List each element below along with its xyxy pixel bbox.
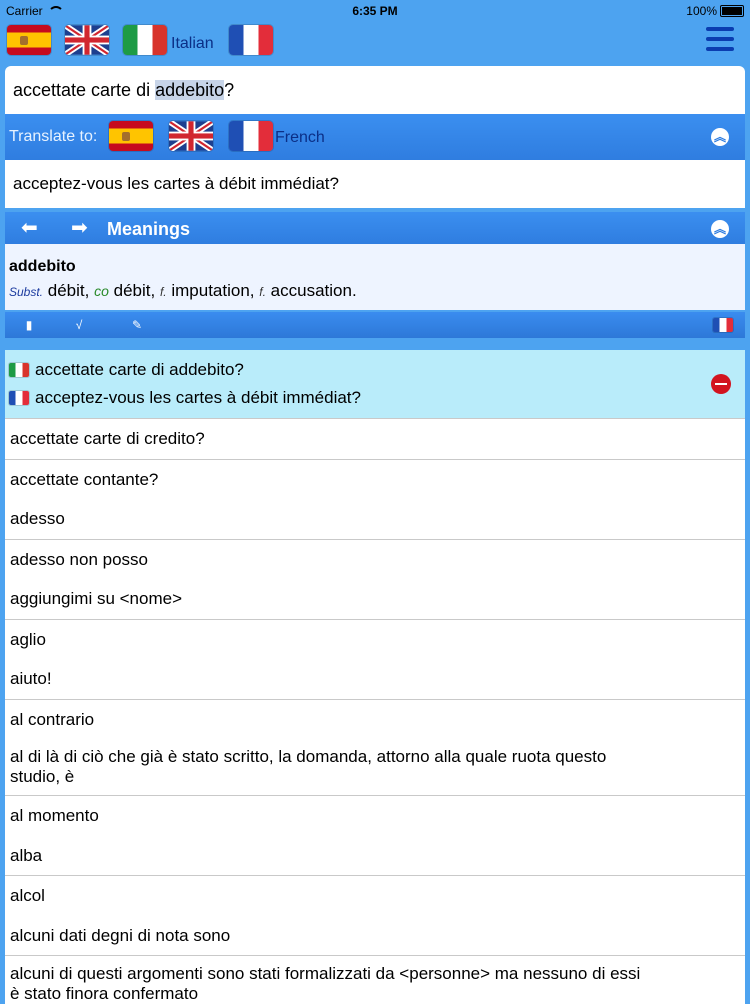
list-item-text: al di là di ciò che già è stato scritto,…: [10, 747, 607, 766]
source-text-input[interactable]: accettate carte di addebito?: [5, 66, 745, 114]
meanings-label: Meanings: [107, 219, 191, 239]
list-item[interactable]: al contrario: [5, 699, 745, 739]
list-item-text: al contrario: [10, 709, 95, 729]
part-of-speech: Subst.: [9, 285, 44, 299]
list-item[interactable]: al di là di ciò che già è stato scritto,…: [5, 739, 745, 796]
list-item-text: alba: [10, 845, 43, 865]
translate-to-label: Translate to:: [9, 128, 98, 145]
list-item-text: aglio: [10, 629, 46, 649]
source-text-prefix: accettate carte di: [13, 80, 156, 100]
list-item-text: alcuni di questi argomenti sono stati fo…: [10, 964, 641, 983]
menu-button[interactable]: [706, 27, 734, 51]
translation-output: acceptez-vous les cartes à débit immédia…: [5, 160, 745, 208]
list-item[interactable]: aglio: [5, 619, 745, 659]
translation-text: acceptez-vous les cartes à débit immédia…: [13, 174, 339, 193]
list-item-text-continued: è stato finora confermato: [10, 984, 199, 1003]
book-icon[interactable]: ▮: [21, 317, 37, 333]
spanish-flag-button[interactable]: [7, 25, 51, 55]
source-text: accettate carte di addebito?: [13, 80, 234, 101]
meaning-word: addebito: [9, 258, 76, 275]
meaning-definitions: Subst. débit, co débit, f. imputation, f…: [9, 281, 357, 301]
target-uk-flag-button[interactable]: [169, 121, 213, 151]
collapse-meanings-icon[interactable]: ︽: [711, 220, 729, 238]
translate-bar: Translate to: French ︽: [5, 114, 745, 160]
list-item[interactable]: accettate contante?: [5, 459, 745, 499]
definition: imputation,: [171, 281, 255, 300]
selected-target-line: acceptez-vous les cartes à débit immédia…: [9, 388, 361, 408]
list-item[interactable]: alcuni di questi argomenti sono stati fo…: [5, 956, 745, 1004]
french-flag-small-icon[interactable]: [713, 318, 733, 332]
gender-tag: f.: [159, 285, 167, 299]
remove-icon[interactable]: [711, 374, 731, 394]
uk-flag-button[interactable]: [65, 25, 109, 55]
list-item[interactable]: adesso: [5, 499, 745, 540]
meanings-bar: ⬅ ➡ Meanings ︽: [5, 212, 745, 244]
french-flag-icon: [9, 391, 29, 405]
definition: débit,: [47, 281, 90, 300]
selected-source-line: accettate carte di addebito?: [9, 360, 244, 380]
list-item[interactable]: alba: [5, 835, 745, 876]
list-item-text: accettate contante?: [10, 469, 159, 489]
phrase-list: accettate carte di addebito? acceptez-vo…: [5, 350, 745, 1004]
list-item[interactable]: adesso non posso: [5, 539, 745, 579]
list-item-text-continued: studio, è: [10, 767, 75, 786]
status-bar: Carrier 6:35 PM 100%: [0, 0, 750, 22]
list-item[interactable]: al momento: [5, 796, 745, 836]
list-item-text: aggiungimi su <nome>: [10, 589, 183, 608]
target-language-label[interactable]: French: [275, 129, 325, 147]
target-french-flag-button[interactable]: [229, 121, 273, 151]
battery-percent: 100%: [686, 4, 717, 18]
wiki-icon[interactable]: √: [71, 317, 87, 333]
context-tag: co: [94, 283, 109, 299]
forward-arrow-icon[interactable]: ➡: [71, 218, 88, 238]
meaning-panel: addebito Subst. débit, co débit, f. impu…: [5, 244, 745, 310]
menu-icon-line: [706, 27, 734, 31]
italian-flag-icon: [9, 363, 29, 377]
list-item-text: alcuni dati degni di nota sono: [10, 925, 231, 945]
list-item-text: accettate carte di credito?: [10, 429, 205, 448]
source-text-suffix: ?: [224, 80, 235, 100]
definition: accusation.: [270, 281, 357, 300]
definition: débit,: [113, 281, 156, 300]
source-text-highlight: addebito: [155, 80, 225, 100]
uk-flag-icon: [169, 121, 213, 151]
list-item[interactable]: aggiungimi su <nome>: [5, 579, 745, 620]
collapse-translate-icon[interactable]: ︽: [711, 128, 729, 146]
dictionary-toolbar: ▮ √ ✎: [5, 312, 745, 338]
target-spanish-flag-button[interactable]: [109, 121, 153, 151]
list-item[interactable]: alcol: [5, 876, 745, 916]
list-item-text: adesso: [10, 509, 65, 528]
list-item-text: aiuto!: [10, 669, 52, 688]
menu-icon-line: [706, 37, 734, 41]
selected-source-text: accettate carte di addebito?: [35, 360, 244, 379]
italian-flag-button[interactable]: [123, 25, 167, 55]
french-flag-button[interactable]: [229, 25, 273, 55]
list-item-text: al momento: [10, 806, 99, 825]
list-item-text: alcol: [10, 886, 45, 905]
selected-target-text: acceptez-vous les cartes à débit immédia…: [35, 388, 361, 407]
status-time: 6:35 PM: [352, 4, 398, 18]
battery-indicator: 100%: [686, 4, 744, 18]
selected-phrase-row[interactable]: accettate carte di addebito? acceptez-vo…: [5, 350, 745, 419]
battery-icon: [720, 5, 744, 17]
back-arrow-icon[interactable]: ⬅: [21, 218, 38, 238]
edit-icon[interactable]: ✎: [129, 317, 145, 333]
list-item[interactable]: alcuni dati degni di nota sono: [5, 915, 745, 956]
source-language-label[interactable]: Italian: [171, 35, 214, 53]
menu-icon-line: [706, 47, 734, 51]
gender-tag: f.: [259, 285, 266, 299]
uk-flag-icon: [65, 25, 109, 55]
list-item[interactable]: accettate carte di credito?: [5, 419, 745, 460]
list-item-text: adesso non posso: [10, 549, 148, 569]
list-item[interactable]: aiuto!: [5, 659, 745, 700]
